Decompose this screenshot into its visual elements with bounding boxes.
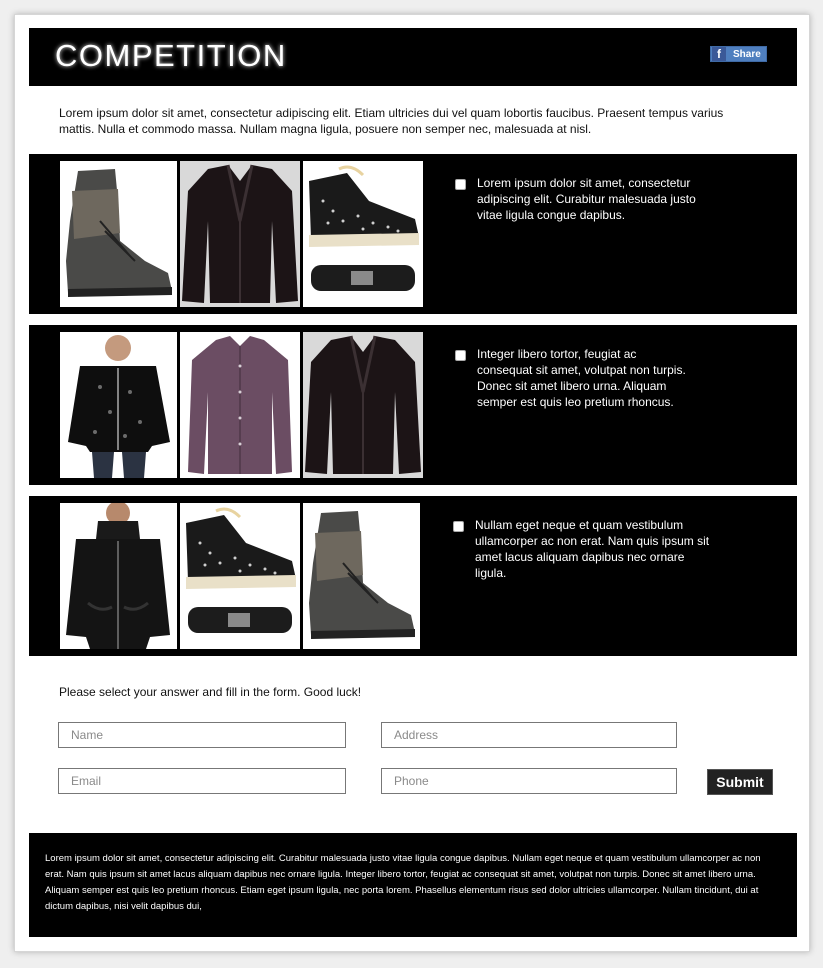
option-3[interactable]: Nullam eget neque et quam vestibulum ull…	[29, 496, 797, 656]
facebook-icon: f	[712, 47, 726, 61]
boot-image	[60, 161, 177, 307]
leather-jacket-image	[180, 161, 300, 307]
leather-jacket-illustration	[180, 161, 300, 307]
option-3-text: Nullam eget neque et quam vestibulum ull…	[475, 518, 710, 580]
studded-sneaker-belt-image	[303, 161, 423, 307]
cardigan-model-illustration	[60, 503, 177, 649]
leather-jacket-image-2	[303, 332, 423, 478]
email-field[interactable]	[58, 768, 346, 794]
sequin-jacket-model-image	[60, 332, 177, 478]
studded-sneaker-belt-image-2	[180, 503, 300, 649]
submit-button[interactable]: Submit	[707, 769, 773, 795]
header-bar: COMPETITION f Share	[29, 28, 797, 86]
boot-illustration-2	[303, 503, 420, 649]
option-3-checkbox[interactable]	[453, 521, 464, 532]
option-1[interactable]: Lorem ipsum dolor sit amet, consectetur …	[29, 154, 797, 314]
option-2-text: Integer libero tortor, feugiat ac conseq…	[477, 347, 686, 409]
footer-text: Lorem ipsum dolor sit amet, consectetur …	[45, 853, 761, 912]
intro-text: Lorem ipsum dolor sit amet, consectetur …	[59, 106, 724, 136]
name-field[interactable]	[58, 722, 346, 748]
purple-shirt-image	[180, 332, 300, 478]
option-1-text: Lorem ipsum dolor sit amet, consectetur …	[477, 176, 696, 222]
address-field[interactable]	[381, 722, 677, 748]
sneaker-belt-illustration-2	[180, 503, 300, 649]
phone-field[interactable]	[381, 768, 677, 794]
sneaker-belt-illustration	[303, 161, 423, 307]
page-title: COMPETITION	[55, 38, 287, 73]
sequin-jacket-illustration	[60, 332, 177, 478]
option-2-checkbox[interactable]	[455, 350, 466, 361]
page-frame: COMPETITION f Share Lorem ipsum dolor si…	[14, 14, 810, 952]
boot-illustration	[60, 161, 177, 307]
cardigan-model-image	[60, 503, 177, 649]
boot-image-2	[303, 503, 420, 649]
purple-shirt-illustration	[180, 332, 300, 478]
option-2[interactable]: Integer libero tortor, feugiat ac conseq…	[29, 325, 797, 485]
form-instruction: Please select your answer and fill in th…	[59, 685, 362, 699]
share-label: Share	[733, 48, 761, 60]
footer-bar: Lorem ipsum dolor sit amet, consectetur …	[29, 833, 797, 937]
option-1-checkbox[interactable]	[455, 179, 466, 190]
leather-jacket-illustration-2	[303, 332, 423, 478]
facebook-share-button[interactable]: f Share	[710, 46, 767, 62]
